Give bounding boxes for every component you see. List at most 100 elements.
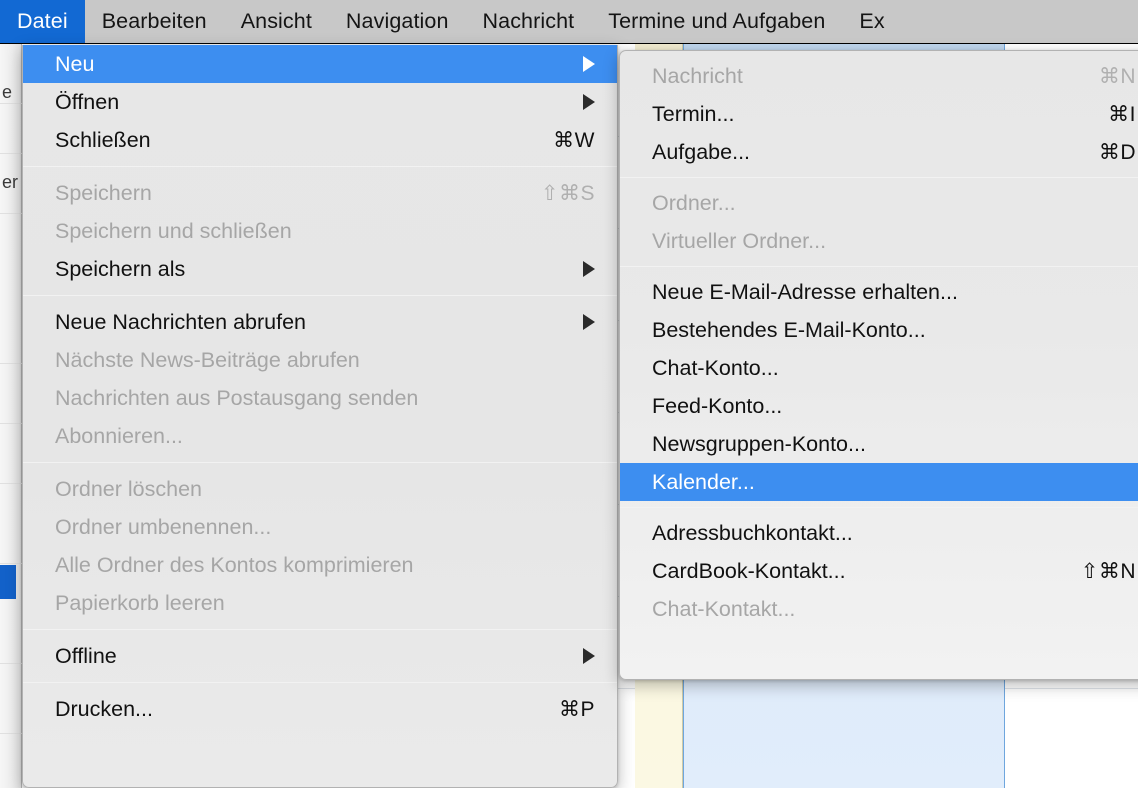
menu-item-label: Speichern [55,181,152,206]
menu-item-label: Kalender... [652,470,755,495]
menubar-item-extras[interactable]: Ex [842,0,901,43]
menu-item-ordner-loeschen: Ordner löschen [23,470,617,508]
menubar-item-ansicht[interactable]: Ansicht [224,0,329,43]
menu-item-schliessen[interactable]: Schließen ⌘W [23,121,617,159]
menu-item-label: Schließen [55,128,151,153]
menu-item-neue-e-mail-adresse-erhalten[interactable]: Neue E-Mail-Adresse erhalten... [620,273,1138,311]
menu-separator [23,462,617,463]
menu-item-shortcut: ⇧⌘N [1081,559,1136,584]
menubar-item-label: Datei [17,9,68,34]
menu-item-abonnieren: Abonnieren... [23,417,617,455]
menu-item-papierkorb-leeren: Papierkorb leeren [23,584,617,622]
menu-item-label: Chat-Kontakt... [652,597,795,622]
menu-separator [23,629,617,630]
menu-item-nachricht: Nachricht ⌘N [620,57,1138,95]
menu-item-shortcut: ⌘N [1099,64,1136,89]
menu-item-shortcut: ⌘W [553,128,595,153]
menubar-item-nachricht[interactable]: Nachricht [466,0,592,43]
menu-item-ordner: Ordner... [620,184,1138,222]
screen-root: e er Datei Bearbeiten Ansicht Navigation… [0,0,1138,788]
menu-item-label: Chat-Konto... [652,356,779,381]
menu-item-aufgabe[interactable]: Aufgabe... ⌘D [620,133,1138,171]
menu-separator [23,295,617,296]
menu-item-label: Nachrichten aus Postausgang senden [55,386,418,411]
menu-item-nachrichten-aus-postausgang-senden: Nachrichten aus Postausgang senden [23,379,617,417]
submenu-arrow-icon [583,261,595,277]
menubar-item-bearbeiten[interactable]: Bearbeiten [85,0,224,43]
menu-item-newsgruppen-konto[interactable]: Newsgruppen-Konto... [620,425,1138,463]
menu-item-drucken[interactable]: Drucken... ⌘P [23,690,617,728]
menu-item-label: Neue Nachrichten abrufen [55,310,306,335]
menu-item-label: Virtueller Ordner... [652,229,826,254]
menu-item-label: Abonnieren... [55,424,183,449]
menu-item-label: Neue E-Mail-Adresse erhalten... [652,280,958,305]
menu-separator [23,682,617,683]
menu-item-label: CardBook-Kontakt... [652,559,846,584]
menu-item-neu[interactable]: Neu [23,45,617,83]
menu-item-label: Termin... [652,102,734,127]
menubar-item-datei[interactable]: Datei [0,0,85,43]
menubar-item-label: Ansicht [241,9,312,34]
menu-item-label: Ordner umbenennen... [55,515,271,540]
sidebar-fragment-1: e [2,82,12,103]
menu-item-neue-nachrichten-abrufen[interactable]: Neue Nachrichten abrufen [23,303,617,341]
menu-neu-submenu: Nachricht ⌘N Termin... ⌘I Aufgabe... ⌘D Ordner… [619,50,1138,680]
menubar-item-label: Navigation [346,9,449,34]
menu-item-oeffnen[interactable]: Öffnen [23,83,617,121]
menu-item-label: Alle Ordner des Kontos komprimieren [55,553,414,578]
menu-item-label: Drucken... [55,697,153,722]
menu-separator [620,266,1138,267]
menu-item-label: Speichern und schließen [55,219,292,244]
menubar-item-label: Nachricht [483,9,575,34]
menu-item-ordner-umbenennen: Ordner umbenennen... [23,508,617,546]
menubar-item-label: Bearbeiten [102,9,207,34]
menu-item-label: Papierkorb leeren [55,591,225,616]
menu-item-virtueller-ordner: Virtueller Ordner... [620,222,1138,260]
menubar-item-label: Ex [859,9,884,34]
menu-item-shortcut: ⌘D [1099,140,1136,165]
submenu-arrow-icon [583,94,595,110]
folder-sidebar[interactable]: e er [0,44,22,788]
menu-item-shortcut: ⇧⌘S [541,181,595,206]
menubar-item-termine-und-aufgaben[interactable]: Termine und Aufgaben [591,0,842,43]
menu-item-label: Nächste News-Beiträge abrufen [55,348,360,373]
menu-item-label: Aufgabe... [652,140,750,165]
menu-item-cardbook-kontakt[interactable]: CardBook-Kontakt... ⇧⌘N [620,552,1138,590]
submenu-arrow-icon [583,56,595,72]
menu-bar: Datei Bearbeiten Ansicht Navigation Nach… [0,0,1138,44]
sidebar-selected-folder[interactable] [0,565,16,599]
sidebar-fragment-2: er [2,172,18,193]
menu-item-alle-ordner-des-kontos-komprimieren: Alle Ordner des Kontos komprimieren [23,546,617,584]
menu-item-kalender[interactable]: Kalender... [620,463,1138,501]
menu-item-label: Nachricht [652,64,743,89]
menu-datei-dropdown: NeuÖffnenSchließen⌘WSpeichern⇧⌘SSpeicher… [22,45,618,788]
menu-item-label: Speichern als [55,257,185,282]
menu-item-bestehendes-e-mail-konto[interactable]: Bestehendes E-Mail-Konto... [620,311,1138,349]
menu-separator [620,507,1138,508]
menubar-item-navigation[interactable]: Navigation [329,0,466,43]
menu-item-shortcut: ⌘P [559,697,595,722]
submenu-arrow-icon [583,648,595,664]
menu-item-label: Bestehendes E-Mail-Konto... [652,318,926,343]
menu-item-termin[interactable]: Termin... ⌘I [620,95,1138,133]
menu-item-speichern: Speichern ⇧⌘S [23,174,617,212]
menu-item-offline[interactable]: Offline [23,637,617,675]
menubar-item-label: Termine und Aufgaben [608,9,825,34]
menu-item-label: Feed-Konto... [652,394,782,419]
menu-separator [23,166,617,167]
menu-item-label: Adressbuchkontakt... [652,521,853,546]
menu-item-naechste-news-beitraege-abrufen: Nächste News-Beiträge abrufen [23,341,617,379]
menu-item-speichern-als[interactable]: Speichern als [23,250,617,288]
menu-item-label: Newsgruppen-Konto... [652,432,866,457]
menu-item-chat-konto[interactable]: Chat-Konto... [620,349,1138,387]
submenu-arrow-icon [583,314,595,330]
menu-item-adressbuchkontakt[interactable]: Adressbuchkontakt... [620,514,1138,552]
menu-item-label: Ordner... [652,191,736,216]
menu-item-shortcut: ⌘I [1108,102,1136,127]
menu-item-label: Ordner löschen [55,477,202,502]
menu-item-label: Öffnen [55,90,119,115]
menu-item-chat-kontakt: Chat-Kontakt... [620,590,1138,628]
menu-item-speichern-und-schliessen: Speichern und schließen [23,212,617,250]
menu-separator [620,177,1138,178]
menu-item-feed-konto[interactable]: Feed-Konto... [620,387,1138,425]
